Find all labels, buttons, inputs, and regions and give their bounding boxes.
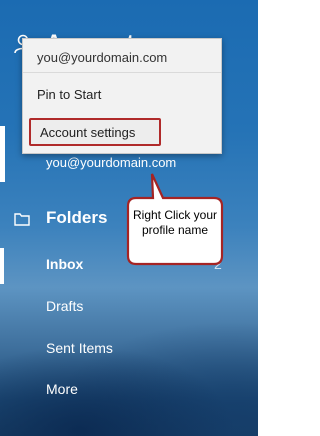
pin-to-start-menu-item[interactable]: Pin to Start — [37, 87, 101, 102]
mail-navigation-pane: Accounts you@yourdomain.com Folders Inbo… — [0, 0, 258, 436]
annotation-callout: Right Click your profile name — [126, 173, 224, 266]
account-settings-menu-item[interactable]: Account settings — [29, 118, 161, 146]
folder-label: Sent Items — [46, 340, 113, 356]
account-settings-label: Account settings — [40, 125, 136, 140]
selected-folder-marker — [0, 248, 4, 284]
folder-label: Inbox — [46, 256, 84, 272]
context-menu-email: you@yourdomain.com — [37, 50, 168, 65]
folder-item-drafts[interactable]: Drafts — [0, 290, 250, 324]
selected-account-marker — [0, 126, 5, 182]
folder-label: Drafts — [46, 298, 84, 314]
folder-item-more[interactable]: More — [0, 373, 250, 407]
folders-title: Folders — [46, 208, 108, 227]
account-context-menu: you@yourdomain.com Pin to Start Account … — [22, 38, 222, 154]
folder-label: More — [46, 381, 78, 397]
account-email: you@yourdomain.com — [46, 155, 177, 170]
folder-item-sent-items[interactable]: Sent Items — [0, 332, 250, 366]
folder-icon — [14, 213, 30, 226]
callout-text: Right Click your profile name — [132, 208, 218, 237]
menu-divider — [23, 72, 221, 73]
